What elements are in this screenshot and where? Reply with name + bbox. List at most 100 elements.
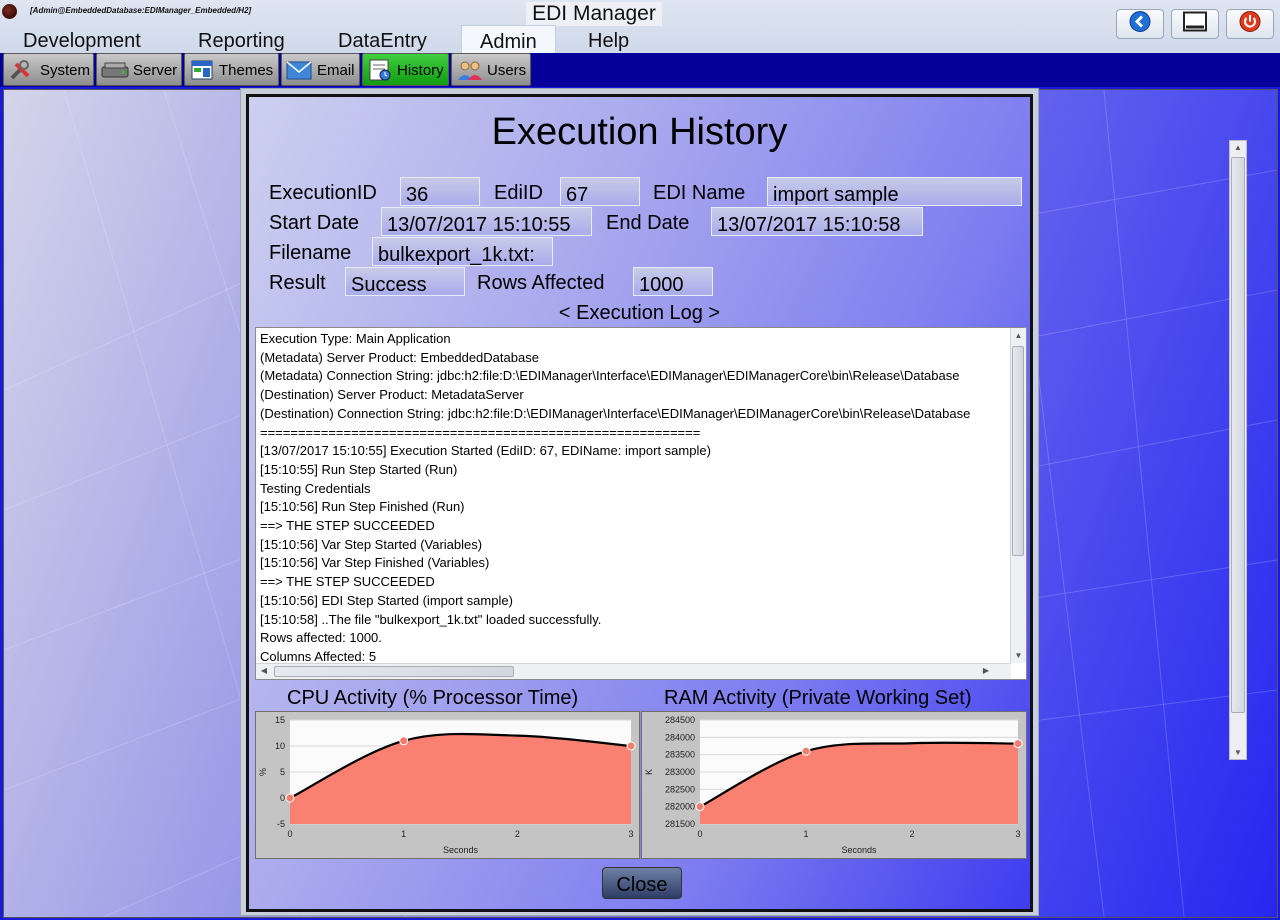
cpu-chart: 15 10 5 0 -5 0 1 2 3 Seconds%: [255, 711, 640, 859]
y-tick-label: 282000: [665, 802, 695, 812]
y-tick-label: 284000: [665, 732, 695, 742]
history-icon: [367, 58, 393, 82]
x-tick-label: 2: [515, 829, 520, 839]
cpu-chart-title: CPU Activity (% Processor Time): [287, 687, 579, 709]
y-tick-label: 15: [275, 715, 285, 725]
page-scrollbar[interactable]: ▲ ▼: [1229, 140, 1247, 760]
chart-svg: 151050-50 1 2 3Seconds%: [258, 715, 636, 855]
wrench-icon: [8, 58, 34, 82]
y-axis-label: %: [258, 768, 268, 776]
back-arrow-icon: [1129, 11, 1151, 38]
tab-history[interactable]: History: [362, 53, 449, 86]
scroll-up-icon[interactable]: ▲: [1230, 143, 1246, 152]
execution-id-field: 36: [400, 177, 480, 206]
log-line: ==> THE STEP SUCCEEDED: [260, 574, 435, 590]
log-content: Execution Type: Main Application (Metadat…: [260, 330, 1008, 664]
log-line: Columns Affected: 5: [260, 648, 377, 664]
log-line: ==> THE STEP SUCCEEDED: [260, 518, 435, 534]
menu-help[interactable]: Help: [588, 29, 629, 53]
y-axis-label: K: [644, 769, 654, 775]
tab-server[interactable]: Server: [96, 53, 182, 86]
execution-log-header: < Execution Log >: [558, 302, 721, 324]
server-icon: [101, 58, 129, 82]
tab-server-label: Server: [133, 62, 178, 79]
data-point: [285, 793, 295, 803]
log-line: [15:10:56] EDI Step Started (import samp…: [260, 592, 513, 608]
y-tick-label: 282500: [665, 784, 695, 794]
menu-reporting[interactable]: Reporting: [198, 29, 285, 53]
rows-affected-label: Rows Affected: [477, 272, 605, 294]
tab-users-label: Users: [487, 62, 527, 79]
filename-field: bulkexport_1k.txt:: [372, 237, 553, 266]
execution-log[interactable]: Execution Type: Main Application (Metadat…: [255, 327, 1027, 680]
data-point: [626, 741, 636, 751]
log-vscroll-thumb[interactable]: [1012, 346, 1024, 556]
menu-dataentry[interactable]: DataEntry: [338, 29, 427, 53]
log-scroll-right-icon[interactable]: ▶: [981, 666, 991, 675]
start-date-field: 13/07/2017 15:10:55: [381, 207, 592, 236]
log-horizontal-scrollbar[interactable]: ◀ ▶: [256, 663, 1011, 679]
log-line: [15:10:56] Var Step Started (Variables): [260, 536, 483, 552]
log-line: [15:10:56] Run Step Finished (Run): [260, 499, 465, 515]
dialog-title: Execution History: [491, 111, 788, 153]
execution-history-dialog: Execution History ExecutionID 36 EdiID 6…: [240, 88, 1039, 916]
users-icon: [456, 58, 482, 82]
log-line: (Metadata) Connection String: jdbc:h2:fi…: [260, 368, 960, 384]
minimize-button[interactable]: [1171, 9, 1219, 39]
edi-id-label: EdiID: [494, 182, 543, 204]
ram-chart: 284500 284000 283500 283000 282500 282000 2815…: [641, 711, 1027, 859]
tab-themes[interactable]: Themes: [184, 53, 279, 86]
log-line: [15:10:55] Run Step Started (Run): [260, 461, 458, 477]
tab-system-label: System: [40, 62, 91, 79]
envelope-icon: [286, 58, 312, 82]
close-button[interactable]: Close: [602, 867, 682, 899]
log-line: ========================================…: [260, 424, 701, 440]
edi-id-field: 67: [560, 177, 640, 206]
result-field: Success: [345, 267, 465, 296]
log-hscroll-thumb[interactable]: [274, 666, 514, 677]
execution-id-label: ExecutionID: [269, 182, 377, 204]
log-scroll-left-icon[interactable]: ◀: [259, 666, 269, 675]
app-logo-icon: [2, 4, 17, 19]
page-scroll-thumb[interactable]: [1231, 157, 1245, 713]
tab-email[interactable]: Email: [281, 53, 360, 86]
data-point: [801, 746, 811, 756]
window-icon: [1183, 11, 1207, 37]
log-line: [15:10:56] Var Step Finished (Variables): [260, 555, 490, 571]
themes-icon: [189, 58, 215, 82]
back-button[interactable]: [1116, 9, 1164, 39]
log-line: (Destination) Server Product: MetadataSe…: [260, 387, 524, 403]
tab-system[interactable]: System: [3, 53, 94, 86]
log-scroll-up-icon[interactable]: ▲: [1011, 331, 1026, 340]
connection-label: [Admin@EmbeddedDatabase:EDIManager_Embed…: [30, 6, 252, 15]
scroll-down-icon[interactable]: ▼: [1230, 748, 1246, 757]
log-scroll-down-icon[interactable]: ▼: [1011, 651, 1026, 660]
log-vertical-scrollbar[interactable]: ▲ ▼: [1010, 328, 1026, 663]
power-button[interactable]: [1226, 9, 1274, 39]
menu-development[interactable]: Development: [23, 29, 141, 53]
x-tick-label: 0: [697, 829, 702, 839]
rows-affected-field: 1000: [633, 267, 713, 296]
y-tick-label: 10: [275, 741, 285, 751]
data-point: [399, 736, 409, 746]
end-date-label: End Date: [606, 212, 690, 234]
log-line: Testing Credentials: [260, 480, 371, 496]
tab-themes-label: Themes: [219, 62, 274, 79]
data-point: [695, 802, 705, 812]
ram-chart-title: RAM Activity (Private Working Set): [664, 687, 972, 709]
x-axis-label: Seconds: [443, 845, 479, 855]
log-line: Rows affected: 1000.: [260, 630, 382, 646]
x-tick-label: 3: [628, 829, 633, 839]
y-tick-label: 283500: [665, 750, 695, 760]
menu-admin[interactable]: Admin: [461, 25, 556, 54]
y-tick-label: 283000: [665, 767, 695, 777]
x-tick-label: 0: [287, 829, 292, 839]
log-line: Execution Type: Main Application: [260, 331, 451, 346]
y-tick-label: 281500: [665, 819, 695, 829]
x-tick-label: 1: [401, 829, 406, 839]
tab-history-label: History: [397, 62, 444, 79]
chart-svg: 284500 284000 283500 283000 282500 282000 2815…: [644, 715, 1023, 855]
tab-users[interactable]: Users: [451, 53, 531, 86]
y-tick-label: 0: [280, 793, 285, 803]
x-tick-label: 3: [1015, 829, 1020, 839]
